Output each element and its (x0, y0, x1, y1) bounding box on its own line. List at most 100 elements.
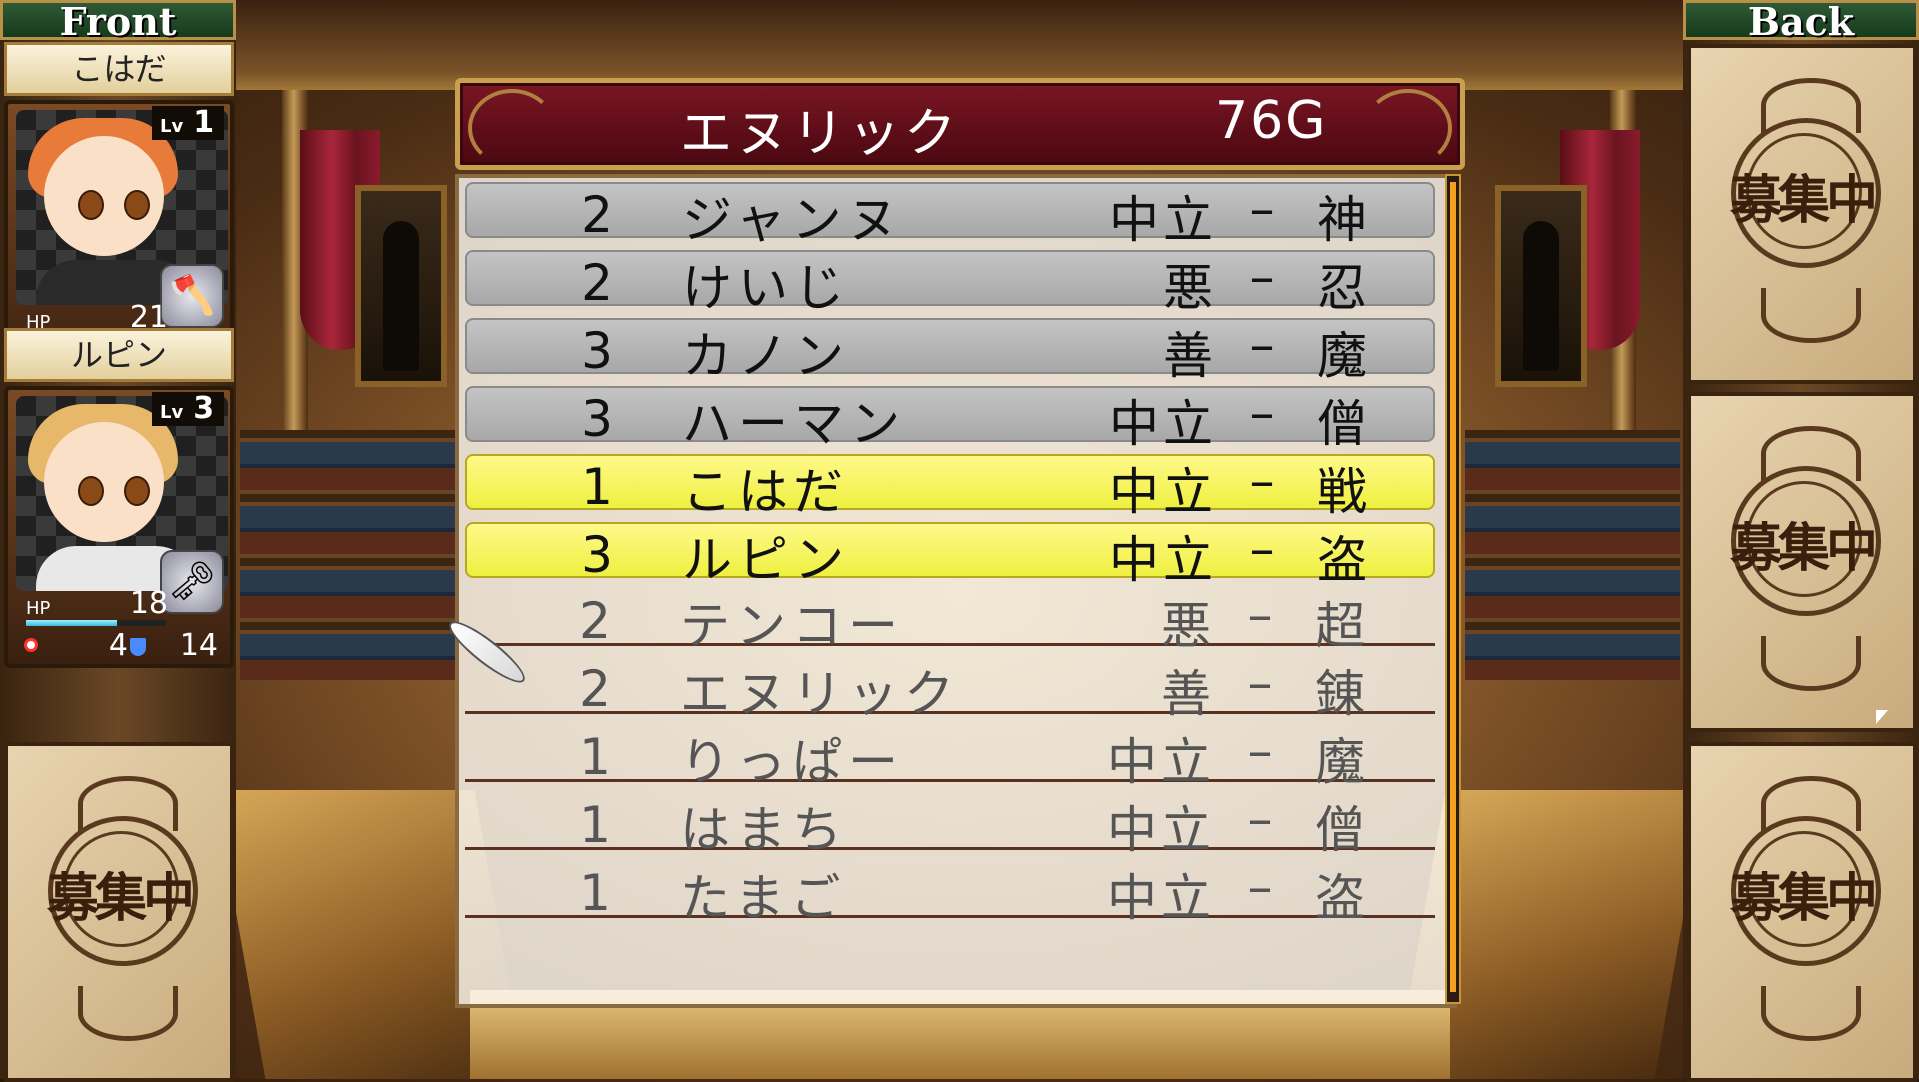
back-header: Back (1683, 0, 1919, 41)
roster-row[interactable]: 3 カノン 善 – 魔 (465, 316, 1435, 385)
character-level: 1 (579, 864, 611, 922)
recruiting-label: 募集中 (1691, 158, 1913, 233)
character-level: 3 (581, 526, 613, 584)
character-class: 僧 (1315, 801, 1365, 859)
character-alignment: 善 (1163, 327, 1217, 385)
character-name: けいじ (682, 259, 850, 317)
recruiting-slot[interactable]: 募集中 (1687, 44, 1917, 384)
roster-rows: 2 ジャンヌ 中立 – 神 2 けいじ悪 – 忍 3 カノン善 – 魔 3 ハーマン 中立 – 僧 1 こはだ 中立 – 戦… (465, 180, 1435, 930)
separator: – (1247, 790, 1273, 848)
roster-row[interactable]: 1 こはだ 中立 – 戦 (465, 452, 1435, 521)
recruiting-char: 募 (46, 869, 99, 929)
scroll-thumb[interactable] (1450, 182, 1456, 992)
separator: – (1249, 452, 1275, 510)
character-name: エヌリック (680, 665, 960, 723)
character-alignment: 中立 (1107, 869, 1215, 927)
recruiting-slot[interactable]: 募集中 (1687, 742, 1917, 1082)
roster-row[interactable]: 2 ジャンヌ 中立 – 神 (465, 180, 1435, 249)
ornament (1761, 986, 1861, 1041)
hp-value: 18 (129, 586, 168, 621)
recruiting-label: 募集中 (1691, 506, 1913, 581)
shield-icon (130, 638, 146, 656)
character-name: こはだ (682, 463, 849, 521)
bookshelf (1465, 430, 1680, 680)
character-class: 超 (1315, 597, 1365, 655)
character-alignment: 中立 (1109, 531, 1217, 589)
selected-character-name: エヌリック (680, 104, 961, 164)
ornament (1761, 636, 1861, 691)
portrait-eye (78, 190, 104, 220)
member-status-card: Lv 3 🗝 HP 18 4 14 (4, 386, 234, 668)
character-class: 魔 (1315, 733, 1365, 791)
title-bar: エヌリック 76G (455, 78, 1465, 170)
ceiling (0, 0, 1919, 90)
front-column: Front こはだ Lv1 🪓 HP 21 5 12 (0, 0, 236, 1082)
character-class: 錬 (1315, 665, 1365, 723)
roster-row[interactable]: 3 ハーマン 中立 – 僧 (465, 384, 1435, 453)
recruiting-label: 募集中 (1691, 856, 1913, 931)
character-level: 2 (581, 254, 613, 312)
hp-bar-fill (26, 620, 117, 626)
portrait-eye (124, 476, 150, 506)
character-class: 盗 (1317, 531, 1367, 589)
character-level: 2 (579, 592, 611, 650)
wall-portrait (355, 185, 447, 387)
hp-bar (26, 620, 166, 626)
gold-amount: 76G (1215, 91, 1328, 151)
recruiting-char: 募 (1729, 869, 1782, 929)
hp-label: HP (26, 598, 51, 619)
scrollbar[interactable] (1445, 174, 1461, 1004)
recruiting-slot[interactable]: 募集中 (1687, 392, 1917, 732)
roster-row[interactable]: 3 ルピン 中立 – 盗 (465, 520, 1435, 589)
character-class: 魔 (1317, 327, 1367, 385)
level-tag: Lv 1 (152, 106, 224, 140)
separator: – (1249, 384, 1275, 442)
bookshelf (240, 430, 455, 680)
recruiting-char: 集 (1777, 519, 1830, 579)
character-level: 2 (579, 660, 611, 718)
character-level: 3 (581, 322, 613, 380)
recruiting-char: 中 (1826, 869, 1878, 929)
defense-value: 14 (179, 628, 218, 663)
character-level: 3 (581, 390, 613, 448)
portrait-eye (78, 476, 104, 506)
roster-row[interactable]: 2 けいじ 悪 – 忍 (465, 248, 1435, 317)
character-name: はまち (680, 801, 848, 859)
back-column: Back 募集中 募集中 募集中 (1683, 0, 1919, 1082)
recruiting-slot[interactable]: 募集中 (4, 742, 234, 1082)
separator: – (1247, 586, 1273, 644)
roster-row[interactable]: 1 たまご 中立 – 盗 (465, 858, 1435, 927)
character-name: テンコー (680, 597, 904, 655)
character-alignment: 中立 (1109, 191, 1217, 249)
mouse-pointer-icon (1876, 710, 1888, 724)
ornament (78, 986, 178, 1041)
attack-value: 4 (108, 628, 128, 663)
character-class: 神 (1317, 191, 1367, 249)
character-name: りっぱー (680, 733, 904, 791)
level-label: Lv (160, 402, 184, 423)
stat-row: 4 14 (18, 628, 228, 663)
roster-row[interactable]: 2 テンコー 悪 – 超 (465, 586, 1435, 655)
recruiting-char: 中 (1826, 519, 1878, 579)
wall-portrait (1495, 185, 1587, 387)
character-alignment: 中立 (1107, 733, 1215, 791)
character-level: 1 (579, 728, 611, 786)
roster-row[interactable]: 2 エヌリック 善 – 錬 (465, 654, 1435, 723)
recruiting-char: 中 (143, 869, 195, 929)
character-class: 戦 (1317, 463, 1367, 521)
character-level: 2 (581, 186, 613, 244)
character-alignment: 中立 (1107, 801, 1215, 859)
roster-row[interactable]: 1 りっぱー 中立 – 魔 (465, 722, 1435, 791)
level-label: Lv (160, 116, 184, 137)
separator: – (1249, 180, 1275, 238)
character-name: カノン (682, 327, 850, 385)
character-class: 僧 (1317, 395, 1367, 453)
character-name: たまご (680, 869, 847, 927)
corner-ornament (468, 89, 556, 167)
character-level: 1 (581, 458, 613, 516)
character-level: 1 (579, 796, 611, 854)
roster-row[interactable]: 1 はまち 中立 – 僧 (465, 790, 1435, 859)
level-tag: Lv 3 (152, 392, 224, 426)
member-name: ルピン (4, 328, 234, 382)
recruiting-char: 集 (1777, 171, 1830, 231)
